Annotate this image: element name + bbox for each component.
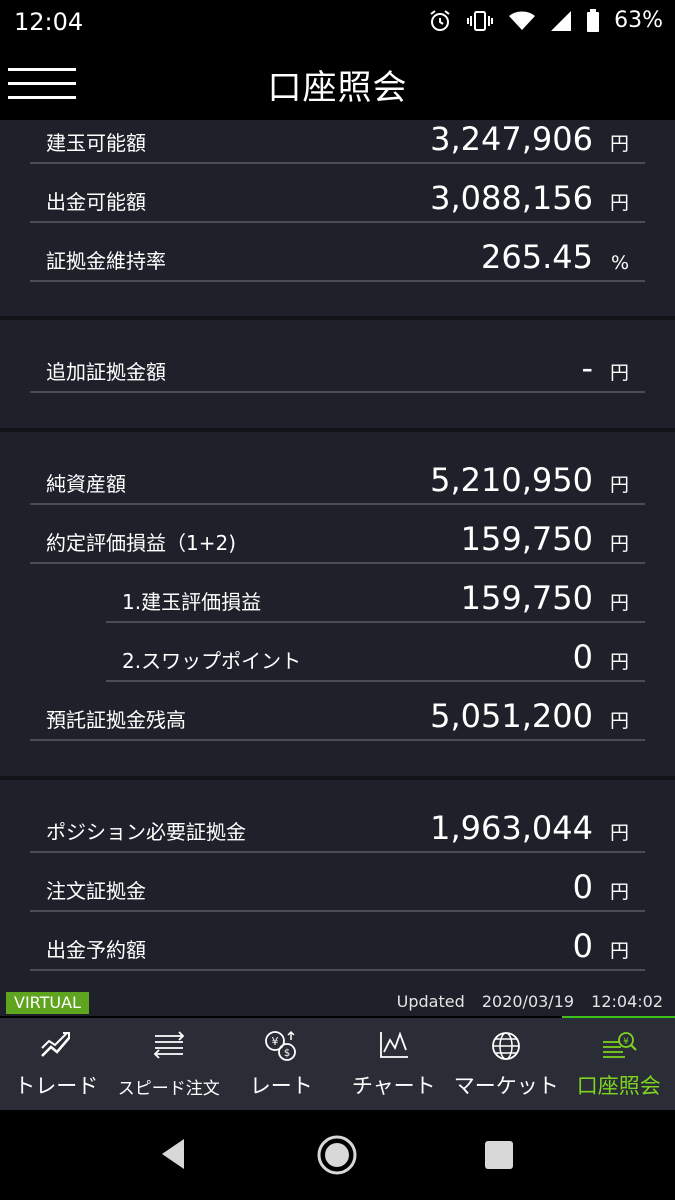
row-value: 0: [572, 927, 593, 965]
section-margin-capacity: 建玉可能額 3,247,906 円 出金可能額 3,088,156 円 証拠金維…: [0, 120, 675, 316]
row-label: 1.建玉評価損益: [122, 590, 262, 614]
row-label: 注文証拠金: [46, 879, 146, 903]
row-withdrawable: 出金可能額 3,088,156 円: [30, 163, 645, 223]
row-unit: 円: [609, 362, 629, 384]
row-value: 159,750: [460, 579, 593, 617]
home-icon[interactable]: [316, 1134, 358, 1176]
section-required-margin: ポジション必要証拠金 1,963,044 円 注文証拠金 0 円 出金予約額 0…: [0, 780, 675, 1016]
row-unit: %: [610, 252, 629, 274]
updated-timestamp: Updated 2020/03/19 12:04:02: [385, 992, 663, 1011]
row-label: 出金可能額: [46, 190, 146, 214]
row-unit: 円: [609, 710, 629, 732]
speed-order-icon: [153, 1031, 185, 1059]
line-chart-icon: [379, 1031, 408, 1058]
status-bar: 12:04 63%: [0, 0, 675, 46]
svg-text:¥: ¥: [272, 1035, 279, 1048]
tab-label: スピード注文: [117, 1079, 220, 1099]
account-inquiry-icon: ¥: [602, 1032, 637, 1058]
row-label: 出金予約額: [46, 938, 146, 962]
row-unit: 円: [609, 881, 629, 903]
row-position-capacity: 建玉可能額 3,247,906 円: [30, 120, 645, 164]
row-order-margin: 注文証拠金 0 円: [30, 852, 645, 912]
row-value: 5,210,950: [430, 461, 593, 499]
trend-chart-icon: [41, 1032, 71, 1057]
account-content[interactable]: 建玉可能額 3,247,906 円 出金可能額 3,088,156 円 証拠金維…: [0, 120, 675, 1016]
row-unit: 円: [609, 651, 629, 673]
row-value: -: [581, 349, 593, 387]
row-value: 5,051,200: [430, 697, 593, 735]
row-unit: 円: [609, 822, 629, 844]
row-unit: 円: [609, 474, 629, 496]
status-time: 12:04: [14, 8, 84, 36]
battery-icon: [587, 8, 600, 32]
row-position-pl: 1.建玉評価損益 159,750 円: [106, 563, 645, 623]
row-unit: 円: [609, 133, 629, 155]
section-net-assets: 純資産額 5,210,950 円 約定評価損益（1+2) 159,750 円 1…: [0, 432, 675, 776]
row-net-assets: 純資産額 5,210,950 円: [30, 445, 645, 505]
signal-icon: [551, 10, 572, 31]
tab-speed-order[interactable]: スピード注文: [113, 1018, 226, 1110]
recent-apps-icon[interactable]: [484, 1140, 514, 1170]
row-withdrawal-reserved: 出金予約額 0 円: [30, 911, 645, 971]
row-unit: 円: [609, 192, 629, 214]
page-title: 口座照会: [267, 68, 408, 108]
row-value: 0: [572, 638, 593, 676]
row-label: ポジション必要証拠金: [46, 820, 246, 844]
system-nav-bar: [0, 1110, 675, 1200]
row-position-margin: ポジション必要証拠金 1,963,044 円: [30, 793, 645, 853]
row-label: 純資産額: [46, 472, 126, 496]
bottom-tab-bar: トレード スピード注文 ¥ $ レート チャート マーケット ¥ 口座照会: [0, 1018, 675, 1110]
row-label: 預託証拠金残高: [46, 708, 186, 732]
app-bar: 口座照会: [0, 46, 675, 120]
currency-rate-icon: ¥ $: [265, 1030, 297, 1061]
svg-text:¥: ¥: [623, 1037, 629, 1047]
row-value: 3,088,156: [430, 179, 593, 217]
tab-label: マーケット: [453, 1074, 559, 1098]
row-unit: 円: [609, 940, 629, 962]
tab-account[interactable]: ¥ 口座照会: [563, 1018, 675, 1110]
alarm-icon: [430, 9, 450, 31]
tab-chart[interactable]: チャート: [338, 1018, 451, 1110]
tab-label: チャート: [351, 1074, 436, 1098]
status-icons: 63%: [428, 8, 663, 33]
updated-label: Updated: [396, 992, 465, 1011]
tab-label: 口座照会: [576, 1074, 661, 1098]
row-label: 2.スワップポイント: [122, 649, 302, 673]
row-unit: 円: [609, 533, 629, 555]
row-unit: 円: [609, 592, 629, 614]
row-margin-ratio: 証拠金維持率 265.45 %: [30, 222, 645, 282]
battery-percent: 63%: [614, 8, 663, 33]
row-deposit-balance: 預託証拠金残高 5,051,200 円: [30, 681, 645, 741]
tab-rate[interactable]: ¥ $ レート: [225, 1018, 338, 1110]
row-value: 265.45: [481, 238, 593, 276]
row-label: 約定評価損益（1+2): [46, 531, 237, 555]
back-icon[interactable]: [158, 1137, 188, 1171]
row-valuation-pl: 約定評価損益（1+2) 159,750 円: [30, 504, 645, 564]
tab-label: トレード: [14, 1074, 99, 1098]
row-value: 1,963,044: [430, 809, 593, 847]
tab-label: レート: [249, 1074, 313, 1098]
row-label: 証拠金維持率: [46, 249, 166, 273]
wifi-icon: [509, 11, 536, 30]
row-additional-margin: 追加証拠金額 - 円: [30, 333, 645, 393]
updated-date: 2020/03/19: [481, 992, 575, 1011]
row-label: 建玉可能額: [46, 131, 146, 155]
row-swap-points: 2.スワップポイント 0 円: [106, 622, 645, 682]
tab-market[interactable]: マーケット: [450, 1018, 563, 1110]
updated-time: 12:04:02: [591, 992, 663, 1011]
section-additional-margin: 追加証拠金額 - 円: [0, 320, 675, 428]
row-label: 追加証拠金額: [46, 360, 166, 384]
globe-icon: [492, 1032, 521, 1060]
vibrate-icon: [467, 10, 494, 31]
svg-text:$: $: [284, 1048, 290, 1059]
tab-trade[interactable]: トレード: [0, 1018, 113, 1110]
row-value: 3,247,906: [430, 120, 593, 158]
row-value: 159,750: [460, 520, 593, 558]
virtual-badge: VIRTUAL: [6, 992, 89, 1014]
row-value: 0: [572, 868, 593, 906]
